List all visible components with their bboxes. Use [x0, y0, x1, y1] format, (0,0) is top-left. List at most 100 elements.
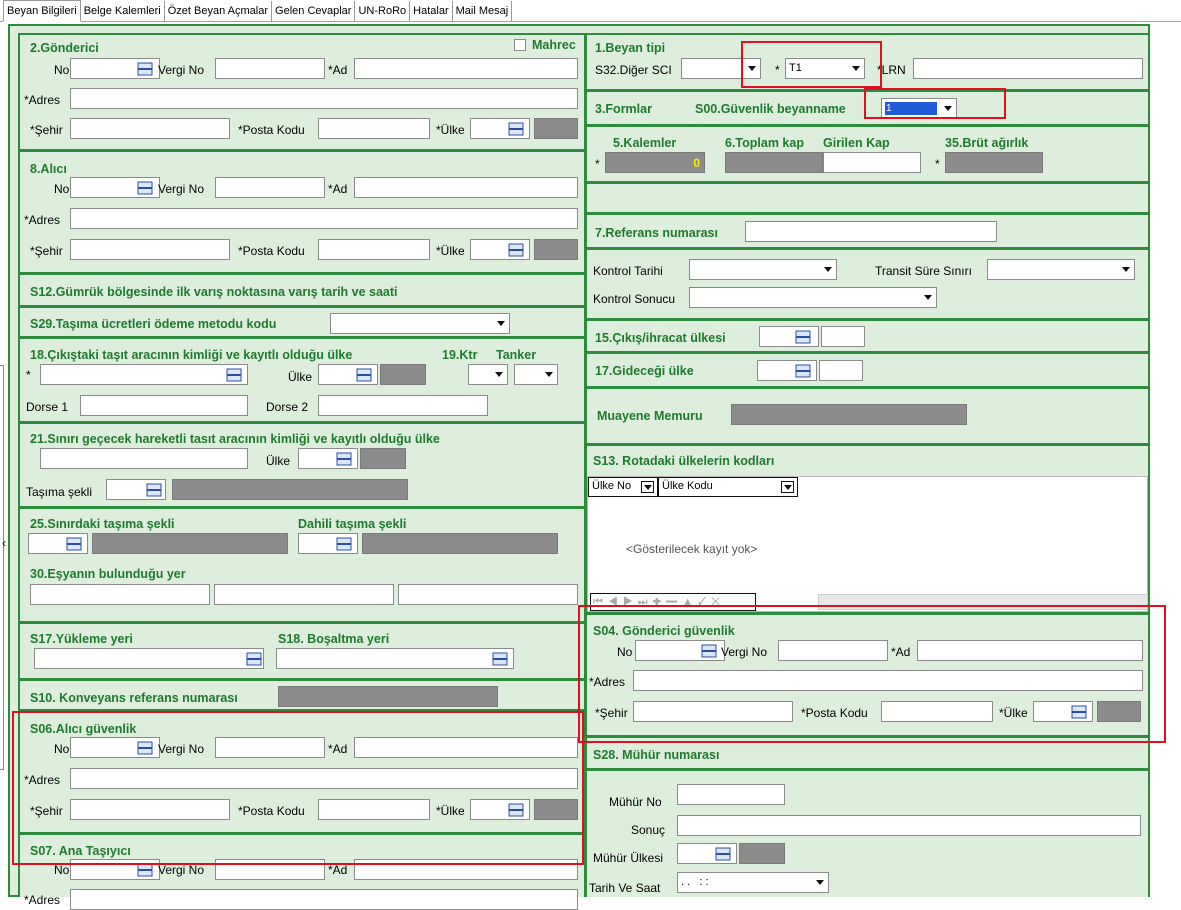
chevron-down-icon [495, 372, 503, 377]
odeme-metodu-dropdown[interactable] [330, 313, 510, 334]
section-kontrol: Kontrol Tarihi Transit Süre Sınırı Kontr… [585, 248, 1150, 320]
dorse2-input[interactable] [318, 395, 488, 416]
picker-icon[interactable] [144, 481, 164, 498]
section-empty [585, 182, 1150, 214]
section-title: S13. Rotadaki ülkelerin kodları [593, 454, 775, 468]
tab-beyan-bilgileri[interactable]: Beyan Bilgileri [3, 0, 81, 22]
tasit-kimlik-input[interactable] [40, 364, 248, 385]
picker-icon[interactable] [244, 650, 264, 667]
adres-label: *Adres [24, 93, 61, 107]
toplam-kap-readonly [725, 152, 823, 173]
vergi-no-input[interactable] [215, 58, 325, 79]
section-title: S28. Mühür numarası [593, 748, 720, 762]
picker-icon[interactable] [135, 60, 155, 77]
picker-icon[interactable] [506, 120, 526, 137]
tarih-saat-dropdown[interactable]: . . : : [677, 872, 829, 893]
bosaltma-yeri-input[interactable] [276, 648, 514, 669]
vergi-no-label: Vergi No [158, 63, 205, 77]
vergi-no-label: Vergi No [158, 182, 205, 196]
kalemler-label: 5.Kalemler [613, 136, 677, 150]
tasit-kimlik-input[interactable] [40, 448, 248, 469]
picker-icon[interactable] [334, 450, 354, 467]
gidecegi-ulke-code[interactable] [819, 360, 863, 381]
tab-un-roro[interactable]: UN-RoRo [355, 1, 411, 21]
section-muayene: Muayene Memuru [585, 387, 1150, 445]
s18-title: S18. Boşaltma yeri [278, 632, 390, 646]
kontrol-tarihi-dropdown[interactable] [689, 259, 837, 280]
tab-ozet-beyan-acmalar[interactable]: Özet Beyan Açmalar [165, 1, 273, 21]
section-cikis-ulkesi: 15.Çıkış/ihracat ülkesi [585, 319, 1150, 353]
picker-icon[interactable] [354, 366, 374, 383]
esya-yer-input-1[interactable] [30, 584, 210, 605]
cikis-ulke-code[interactable] [821, 326, 865, 347]
vergi-no-input[interactable] [215, 177, 325, 198]
picker-icon[interactable] [224, 366, 244, 383]
tab-gelen-cevaplar[interactable]: Gelen Cevaplar [272, 1, 356, 21]
chevron-down-icon [781, 481, 794, 493]
tab-mail-mesaj[interactable]: Mail Mesaj [453, 1, 513, 21]
picker-icon[interactable] [793, 362, 813, 379]
vergi-no-label: Vergi No [158, 863, 205, 877]
section-referans: 7.Referans numarası [585, 213, 1150, 249]
ulke-label: *Ülke [436, 123, 465, 137]
no-label: No [54, 863, 70, 877]
section-s25-s30: 25.Sınırdaki taşıma şekli Dahili taşıma … [18, 507, 586, 623]
muhur-no-input[interactable] [677, 784, 785, 805]
picker-icon[interactable] [713, 845, 733, 862]
ktr-label: 19.Ktr [442, 348, 478, 362]
esya-yer-input-3[interactable] [398, 584, 578, 605]
posta-kodu-input[interactable] [318, 239, 430, 260]
sonuc-input[interactable] [677, 815, 1141, 836]
grid-col-ulke-kodu[interactable]: Ülke Kodu [658, 477, 798, 497]
adres-input[interactable] [70, 889, 578, 910]
adres-input[interactable] [70, 88, 578, 109]
posta-kodu-input[interactable] [318, 118, 430, 139]
ktr-dropdown[interactable] [468, 364, 508, 385]
lrn-input[interactable] [913, 58, 1143, 79]
referans-input[interactable] [745, 221, 997, 242]
yukleme-yeri-input[interactable] [34, 648, 264, 669]
tanker-dropdown[interactable] [514, 364, 558, 385]
girilen-kap-input[interactable] [823, 152, 921, 173]
tarih-saat-label: Tarih Ve Saat [589, 881, 661, 895]
section-title: 8.Alıcı [30, 162, 67, 176]
grid-col-ulke-no[interactable]: Ülke No [588, 477, 658, 497]
mahrec-checkbox[interactable] [514, 39, 526, 51]
section-title: S12.Gümrük bölgesinde ilk varış noktasın… [30, 285, 398, 299]
dorse1-input[interactable] [80, 395, 248, 416]
ulke-name-readonly [380, 364, 426, 385]
picker-icon[interactable] [334, 535, 354, 552]
picker-icon[interactable] [64, 535, 84, 552]
ad-input[interactable] [354, 177, 578, 198]
adres-input[interactable] [70, 208, 578, 229]
adres-label: *Adres [24, 893, 61, 907]
chevron-down-icon [545, 372, 553, 377]
ad-input[interactable] [354, 58, 578, 79]
ulke-name-readonly [534, 118, 578, 139]
transit-sure-dropdown[interactable] [987, 259, 1135, 280]
picker-icon[interactable] [793, 328, 813, 345]
ulke-label: *Ülke [436, 244, 465, 258]
chevron-down-icon [641, 481, 654, 493]
sehir-input[interactable] [70, 239, 230, 260]
posta-kodu-label: *Posta Kodu [238, 123, 305, 137]
chevron-down-icon [924, 295, 932, 300]
picker-icon[interactable] [506, 241, 526, 258]
highlight-s00 [864, 88, 1006, 119]
tab-belge-kalemleri[interactable]: Belge Kalemleri [81, 1, 165, 21]
tab-hatalar[interactable]: Hatalar [410, 1, 453, 21]
col-label: Ülke Kodu [662, 480, 713, 492]
kontrol-sonucu-dropdown[interactable] [689, 287, 937, 308]
brut-agirlik-label: 35.Brüt ağırlık [945, 136, 1029, 150]
transit-sure-label: Transit Süre Sınırı [875, 264, 972, 278]
kalemler-count: 0 [693, 156, 700, 170]
chevron-down-icon [824, 267, 832, 272]
picker-icon[interactable] [490, 650, 510, 667]
chevron-left-icon[interactable]: ‹ [2, 536, 6, 550]
empty-grid-message: <Gösterilecek kayıt yok> [626, 542, 758, 556]
picker-icon[interactable] [135, 179, 155, 196]
esya-yer-input-2[interactable] [214, 584, 394, 605]
side-splitter[interactable] [0, 365, 4, 770]
muayene-memuru-readonly [731, 404, 967, 425]
sehir-input[interactable] [70, 118, 230, 139]
